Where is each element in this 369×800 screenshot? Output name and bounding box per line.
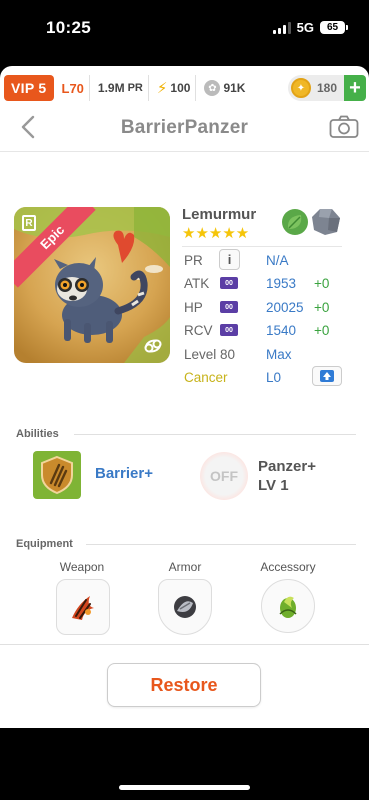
secondary-ability[interactable]: Panzer+ LV 1 [258, 457, 316, 495]
nav-header: BarrierPanzer [0, 104, 369, 152]
food-counter[interactable]: ✿ 91K [199, 75, 250, 101]
power-value: 1.9M [97, 81, 125, 95]
hp-value: 20025 [266, 299, 304, 315]
creature-portrait[interactable]: R Epic [14, 207, 170, 363]
creature-name: Lemurmur [182, 206, 257, 223]
atk-value: 1953 [266, 275, 297, 291]
home-indicator[interactable] [119, 785, 250, 790]
weapon-label: Weapon [59, 560, 105, 574]
name-divider [182, 246, 342, 247]
rock-icon [312, 209, 340, 235]
hp-bonus: +0 [314, 299, 330, 315]
stat-tag: 00 [220, 277, 238, 289]
signal-icon [272, 21, 291, 34]
zodiac-value: L0 [266, 369, 282, 385]
star-rating: ★★★★★ [182, 225, 250, 242]
paw-icon: ✿ [204, 80, 221, 96]
coin-value: 180 [316, 81, 337, 95]
arrow-up-icon [320, 370, 334, 382]
stat-label: HP [184, 299, 203, 315]
stat-row-hp: HP 00 20025 +0 [184, 297, 329, 317]
info-button[interactable]: i [219, 249, 240, 270]
rcv-bonus: +0 [314, 322, 330, 338]
leaf-icon [282, 209, 308, 235]
accessory-label: Accessory [260, 560, 316, 574]
camera-button[interactable] [329, 115, 359, 141]
equipment-divider [86, 544, 356, 545]
restore-button[interactable]: Restore [107, 663, 261, 707]
level-label: Level 80 [184, 346, 236, 362]
upgrade-zodiac-button[interactable] [312, 366, 342, 386]
cancer-zodiac-icon [144, 339, 162, 353]
stat-row-pr: PR i N/A [184, 249, 289, 270]
abilities-divider [74, 434, 356, 435]
resource-bar: VIP 5 L70 1.9M PR ⚡ 100 ✿ 91K ✦ 180 + [4, 74, 366, 102]
rarity-letter-badge: R [22, 215, 36, 231]
food-value: 91K [223, 81, 246, 95]
footer-divider [0, 644, 369, 645]
page-title: BarrierPanzer [120, 117, 249, 138]
status-indicators: 5G 65 [272, 20, 348, 35]
stat-tag: 00 [220, 301, 238, 313]
energy-counter[interactable]: ⚡ 100 [152, 75, 197, 101]
weapon-slot[interactable] [56, 579, 110, 635]
lightning-icon: ⚡ [156, 80, 168, 97]
add-coins-button[interactable]: + [344, 75, 366, 101]
armor-slot[interactable] [158, 579, 212, 635]
stat-row-rcv: RCV 00 1540 +0 [184, 320, 329, 340]
primary-ability-name[interactable]: Barrier+ [95, 465, 153, 482]
atk-bonus: +0 [314, 275, 330, 291]
status-time: 10:25 [46, 18, 91, 37]
stat-label: PR [184, 252, 203, 268]
ability-off-badge[interactable]: OFF [200, 452, 248, 500]
equipment-heading: Equipment [16, 538, 73, 550]
stat-tag: 00 [220, 324, 238, 336]
player-power: 1.9M PR [93, 75, 149, 101]
accessory-gem-icon [279, 596, 297, 618]
coin-icon: ✦ [290, 78, 311, 98]
camera-icon [329, 115, 359, 138]
secondary-ability-level: LV 1 [258, 477, 289, 494]
secondary-ability-name: Panzer+ [258, 458, 316, 475]
stat-row-level: Level 80 Max [184, 344, 292, 364]
armor-icon [174, 596, 196, 618]
level-value: Max [266, 346, 292, 362]
stat-label: ATK [184, 275, 210, 291]
stat-label: RCV [184, 322, 213, 338]
app-sheet: VIP 5 L70 1.9M PR ⚡ 100 ✿ 91K ✦ 180 + Ba… [0, 66, 369, 728]
status-bar: 10:25 5G 65 [0, 0, 369, 62]
accessory-slot[interactable] [261, 579, 315, 633]
armor-label: Armor [168, 560, 202, 574]
network-type: 5G [296, 20, 314, 35]
vip-badge[interactable]: VIP 5 [4, 75, 54, 101]
coin-counter[interactable]: ✦ 180 + [287, 75, 366, 101]
stat-row-atk: ATK 00 1953 +0 [184, 273, 329, 293]
player-level: L70 [57, 75, 90, 101]
battery-icon: 65 [320, 21, 348, 34]
rcv-value: 1540 [266, 322, 297, 338]
barrier-ability-icon[interactable] [33, 451, 81, 499]
energy-value: 100 [170, 81, 191, 95]
power-unit: PR [127, 82, 143, 94]
stat-row-zodiac: Cancer L0 [184, 366, 342, 387]
shield-claw-icon [41, 455, 73, 495]
abilities-heading: Abilities [16, 428, 59, 440]
claw-weapon-icon [72, 596, 94, 620]
zodiac-label: Cancer [184, 369, 228, 385]
pr-value: N/A [266, 252, 289, 268]
